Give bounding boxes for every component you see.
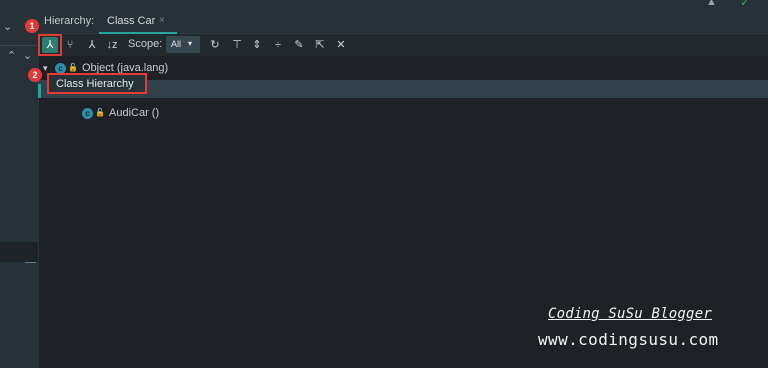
callout-box-1	[38, 34, 62, 56]
tree-row[interactable]: c 🔓 AudiCar ()	[38, 104, 768, 122]
public-icon: 🔓	[68, 63, 78, 72]
open-in-window-icon[interactable]: ⇱	[312, 37, 328, 53]
refresh-icon[interactable]: ↻	[207, 37, 223, 53]
chevron-down-icon[interactable]: ⌄	[3, 21, 12, 33]
sort-alpha-icon[interactable]: ↓z	[104, 37, 120, 53]
filter-icon[interactable]: ⊤	[229, 37, 245, 53]
subtypes-icon[interactable]: ⅄	[84, 37, 100, 53]
watermark-line-1: Coding SuSu Blogger	[548, 306, 712, 322]
selection-indicator	[38, 84, 41, 98]
callout-badge-1: 1	[25, 19, 39, 33]
pin-icon[interactable]: ✎	[291, 37, 307, 53]
gutter-dash	[25, 262, 36, 263]
watermark-line-2: www.codingsusu.com	[538, 330, 719, 349]
close-icon[interactable]: ✕	[333, 37, 349, 53]
hierarchy-header: Hierarchy: Class Car ×	[38, 10, 768, 34]
tree-node-label: AudiCar ()	[109, 107, 160, 119]
chevron-down-icon: ▾	[188, 39, 193, 48]
hierarchy-toolbar: ⅄ ⑂ ⅄ ↓z Scope: All ▾ ↻ ⊤ ⇕ ÷ ✎ ⇱ ✕	[38, 34, 768, 56]
scope-label: Scope:	[128, 38, 163, 50]
callout-badge-2: 2	[28, 68, 42, 82]
tree-row[interactable]: ▾ c 🔓 Object (java.lang)	[38, 60, 768, 78]
tooltip: Class Hierarchy	[47, 73, 147, 94]
class-icon: c	[82, 108, 93, 119]
top-strip: ▲ ✓	[0, 0, 768, 10]
gutter-divider	[0, 45, 38, 46]
chevron-up-icon[interactable]: ⌃	[7, 50, 16, 62]
tree-row-selected[interactable]	[38, 80, 768, 98]
gutter-highlight	[0, 242, 38, 262]
tab-label: Class Car	[107, 15, 156, 27]
collapse-all-icon[interactable]: ÷	[270, 37, 286, 53]
public-icon: 🔓	[95, 108, 105, 117]
scope-dropdown[interactable]: All ▾	[166, 36, 200, 53]
expand-all-icon[interactable]: ⇕	[249, 37, 265, 53]
scope-value: All	[171, 39, 182, 49]
hierarchy-title: Hierarchy:	[44, 15, 95, 27]
tab-class-car[interactable]: Class Car ×	[99, 10, 177, 34]
chevron-down-icon[interactable]: ⌄	[23, 50, 32, 62]
supertypes-icon[interactable]: ⑂	[62, 37, 78, 53]
left-gutter	[0, 10, 38, 368]
check-icon[interactable]: ✓	[740, 0, 752, 8]
tooltip-text: Class Hierarchy	[56, 78, 134, 90]
user-icon[interactable]: ▲	[706, 0, 722, 8]
tab-close-icon[interactable]: ×	[159, 15, 165, 26]
